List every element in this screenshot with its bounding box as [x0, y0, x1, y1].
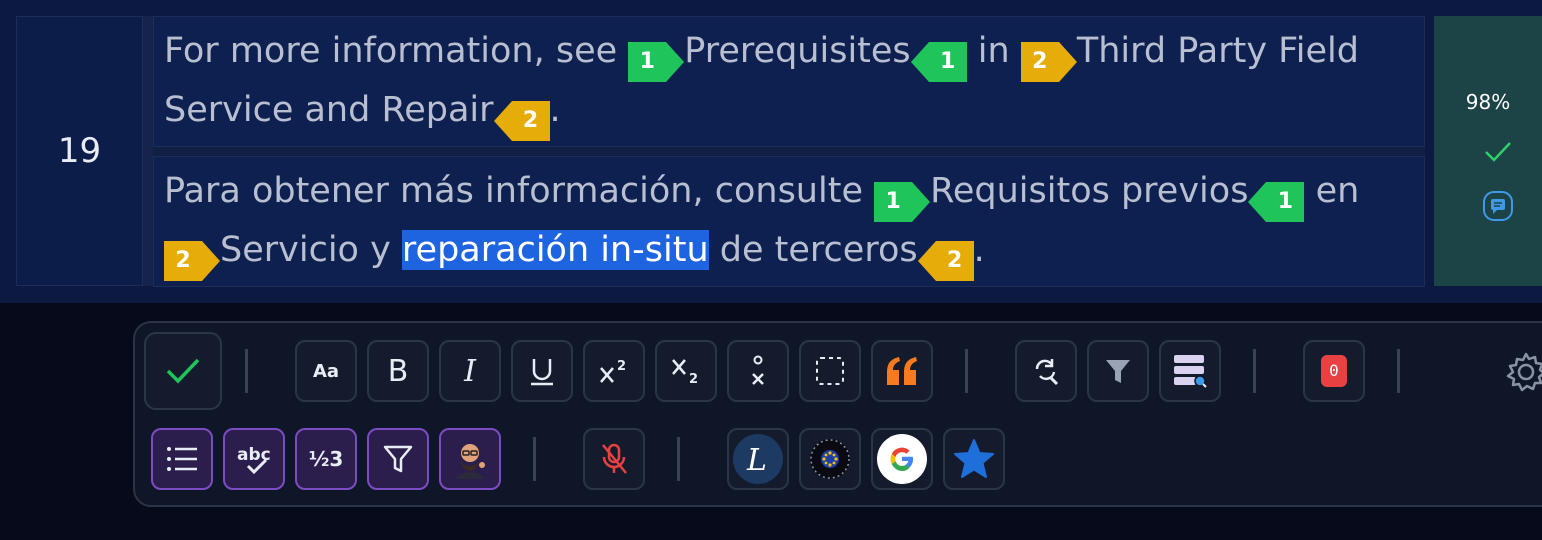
target-editor[interactable]: Para obtener más información, consulte 1…	[153, 156, 1425, 287]
bulleted-list-button[interactable]	[151, 428, 213, 490]
google-translate-button[interactable]	[871, 428, 933, 490]
tag-1-close[interactable]: 1	[1248, 182, 1305, 222]
segment-status: 98%	[1434, 16, 1542, 286]
confirm-segment-button[interactable]	[144, 332, 222, 410]
smart-quotes-button[interactable]	[871, 340, 933, 402]
spellcheck-button[interactable]: abc	[223, 428, 285, 490]
comment-icon[interactable]	[1482, 190, 1514, 222]
eu-stars-icon	[810, 439, 850, 479]
target-text-part: en	[1304, 171, 1360, 211]
quote-icon	[887, 357, 917, 385]
linguee-button[interactable]: L	[727, 428, 789, 490]
filter-icon	[383, 445, 413, 473]
database-search-icon	[1174, 355, 1207, 388]
editor-toolbar: Aa B I 2 2 0 abc ½3 L	[133, 321, 1542, 507]
superscript-icon: 2	[600, 359, 626, 383]
toolbar-separator	[677, 437, 680, 481]
qa-warnings-button[interactable]: 0	[1303, 340, 1365, 402]
dictation-button[interactable]	[583, 428, 645, 490]
concordance-search-button[interactable]	[1159, 340, 1221, 402]
superscript-button[interactable]: 2	[583, 340, 645, 402]
toolbar-separator	[1397, 349, 1400, 393]
source-text-part: Prerequisites	[684, 31, 911, 71]
source-text-part: in	[966, 31, 1021, 71]
tag-1-open[interactable]: 1	[874, 182, 931, 222]
degree-symbol-button[interactable]	[727, 340, 789, 402]
toolbar-separator	[965, 349, 968, 393]
google-icon	[877, 434, 927, 484]
bold-button[interactable]: B	[367, 340, 429, 402]
svg-text:2: 2	[617, 359, 626, 374]
find-replace-icon	[1035, 359, 1059, 386]
filter-button[interactable]	[367, 428, 429, 490]
list-icon	[167, 447, 197, 471]
assistant-avatar-button[interactable]	[439, 428, 501, 490]
underline-button[interactable]	[511, 340, 573, 402]
eu-iate-button[interactable]	[799, 428, 861, 490]
dashed-square-icon	[816, 357, 844, 385]
microphone-muted-icon	[602, 443, 627, 474]
italic-label: I	[464, 353, 476, 389]
target-text-part: de terceros	[708, 230, 918, 270]
change-case-label: Aa	[312, 360, 340, 382]
spellcheck-icon: abc	[237, 445, 271, 475]
filter-segments-button[interactable]	[1087, 340, 1149, 402]
avatar-icon	[456, 444, 485, 479]
svg-text:L: L	[746, 443, 767, 478]
source-text-part: For more information, see	[164, 31, 629, 71]
toolbar-separator	[245, 349, 248, 393]
qa-warnings-badge: 0	[1321, 355, 1347, 387]
special-character-icon	[752, 355, 764, 385]
tag-2-close[interactable]: 2	[917, 241, 974, 281]
funnel-icon	[1106, 360, 1130, 383]
selected-text[interactable]: reparación in-situ	[401, 230, 709, 270]
gear-icon	[1506, 352, 1542, 392]
toolbar-separator	[533, 437, 536, 481]
find-replace-button[interactable]	[1015, 340, 1077, 402]
linguee-icon: L	[733, 434, 783, 484]
target-text-part: Requisitos previos	[930, 171, 1249, 211]
underline-icon	[531, 359, 553, 386]
checkmark-icon	[166, 358, 200, 384]
subscript-icon: 2	[672, 359, 698, 386]
italic-button[interactable]: I	[439, 340, 501, 402]
target-text-part: Servicio y	[220, 230, 402, 270]
tag-1-open[interactable]: 1	[628, 42, 685, 82]
target-text-part: .	[973, 230, 985, 270]
subscript-button[interactable]: 2	[655, 340, 717, 402]
tag-2-open[interactable]: 2	[1020, 42, 1077, 82]
segment-row: 19 For more information, see 1 Prerequisi…	[0, 0, 1542, 303]
target-text-part: Para obtener más información, consulte	[164, 171, 875, 211]
favorites-button[interactable]	[943, 428, 1005, 490]
svg-text:2: 2	[689, 372, 698, 386]
tag-1-close[interactable]: 1	[910, 42, 967, 82]
source-text-part: .	[549, 90, 561, 130]
change-case-button[interactable]: Aa	[295, 340, 357, 402]
numbering-label: ½3	[308, 447, 344, 471]
segment-number: 19	[16, 16, 143, 286]
segment-gap	[153, 147, 1425, 156]
match-percent: 98%	[1465, 90, 1511, 114]
confirmed-check-icon	[1485, 142, 1511, 162]
tag-2-close[interactable]: 2	[493, 101, 550, 141]
tag-2-open[interactable]: 2	[164, 241, 220, 281]
star-icon	[954, 439, 994, 478]
source-text: For more information, see 1 Prerequisites…	[153, 16, 1425, 147]
select-area-button[interactable]	[799, 340, 861, 402]
toolbar-separator	[1253, 349, 1256, 393]
numbering-button[interactable]: ½3	[295, 428, 357, 490]
settings-button[interactable]	[1505, 351, 1542, 397]
segment-divider	[143, 16, 153, 286]
bold-label: B	[387, 353, 409, 389]
